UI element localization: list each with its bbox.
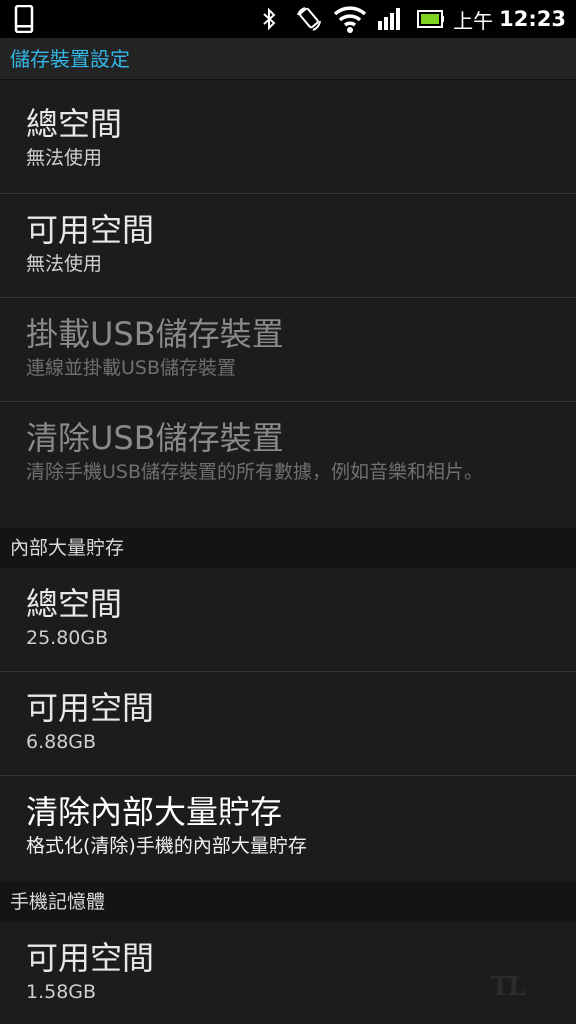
battery-icon [416, 0, 446, 38]
ampm-label: 上午 [453, 8, 494, 33]
list-item-available-space[interactable]: 可用空間 無法使用 [0, 194, 576, 298]
list-item-internal-available-space[interactable]: 可用空間 6.88GB [0, 672, 576, 776]
section-header-phone-memory: 手機記憶體 [0, 882, 576, 922]
item-summary: 6.88GB [26, 731, 97, 753]
item-title: 可用空間 [26, 689, 155, 727]
section-header-internal-storage: 內部大量貯存 [0, 528, 576, 568]
bluetooth-icon [258, 0, 280, 38]
status-clock: 上午 12:23 [453, 0, 566, 38]
item-title: 清除內部大量貯存 [26, 793, 283, 831]
page-title: 儲存裝置設定 [10, 47, 130, 71]
item-title: 總空間 [26, 105, 123, 143]
list-item-internal-total-space[interactable]: 總空間 25.80GB [0, 568, 576, 672]
title-bar: 儲存裝置設定 [0, 38, 576, 80]
phone-icon [12, 0, 36, 38]
section-header-label: 內部大量貯存 [10, 537, 125, 559]
item-summary: 清除手機USB儲存裝置的所有數據，例如音樂和相片。 [26, 461, 484, 483]
item-summary: 無法使用 [26, 253, 103, 275]
item-title: 清除USB儲存裝置 [26, 419, 284, 457]
item-summary: 25.80GB [26, 627, 109, 649]
signal-icon [376, 0, 404, 38]
time-label: 12:23 [499, 7, 566, 31]
item-title: 可用空間 [26, 939, 155, 977]
item-title: 掛載USB儲存裝置 [26, 315, 284, 353]
item-summary: 格式化(清除)手機的內部大量貯存 [26, 835, 307, 857]
list-item-erase-internal-storage[interactable]: 清除內部大量貯存 格式化(清除)手機的內部大量貯存 [0, 776, 576, 882]
item-summary: 無法使用 [26, 147, 103, 169]
item-summary: 連線並掛載USB儲存裝置 [26, 357, 237, 379]
watermark-logo: TL [490, 972, 526, 1002]
item-summary: 1.58GB [26, 981, 97, 1003]
list-item-mount-usb-storage: 掛載USB儲存裝置 連線並掛載USB儲存裝置 [0, 298, 576, 402]
item-title: 總空間 [26, 585, 123, 623]
status-bar: 上午 12:23 [0, 0, 576, 38]
list-item-erase-usb-storage: 清除USB儲存裝置 清除手機USB儲存裝置的所有數據，例如音樂和相片。 [0, 402, 576, 528]
wifi-icon [332, 0, 368, 38]
rotate-icon [294, 0, 324, 38]
item-title: 可用空間 [26, 211, 155, 249]
section-header-label: 手機記憶體 [10, 891, 106, 913]
list-item-total-space[interactable]: 總空間 無法使用 [0, 80, 576, 194]
